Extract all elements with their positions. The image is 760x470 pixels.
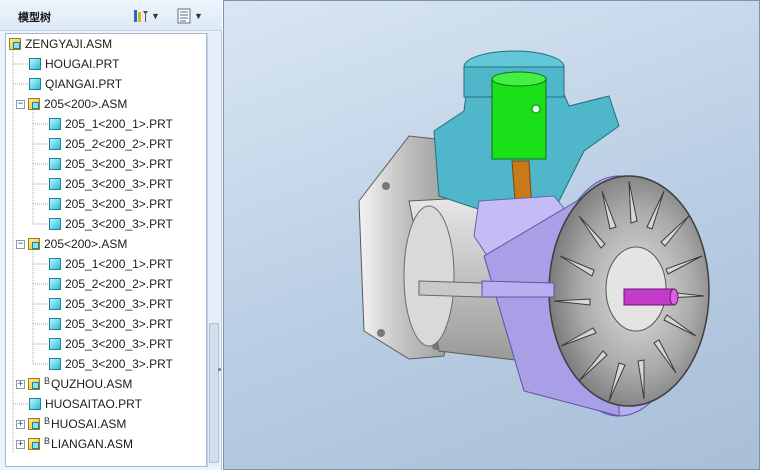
tree-item-label: 205_3<200_3>.PRT bbox=[65, 337, 173, 351]
tree-item-label: QUZHOU.ASM bbox=[51, 377, 133, 391]
tree-item-part[interactable]: 205_3<200_3>.PRT bbox=[49, 194, 173, 214]
chevron-down-icon: ▼ bbox=[151, 11, 160, 21]
expand-icon[interactable]: + bbox=[16, 439, 25, 449]
tree-item-assembly[interactable]: − 205<200>.ASM bbox=[16, 94, 127, 114]
tree-item-label: QIANGAI.PRT bbox=[45, 77, 123, 91]
expand-icon[interactable]: + bbox=[16, 379, 25, 389]
part-icon bbox=[49, 118, 61, 130]
bolt-hole bbox=[377, 329, 385, 337]
tree-settings-icon bbox=[134, 10, 148, 22]
shaft-end bbox=[623, 288, 675, 306]
tree-item-tag: B bbox=[44, 436, 51, 446]
part-icon bbox=[29, 78, 41, 90]
part-icon bbox=[29, 58, 41, 70]
tree-item-label: 205_3<200_3>.PRT bbox=[65, 177, 173, 191]
model-tree-header: 模型树 ▼ ▼ bbox=[0, 0, 222, 31]
tree-item-part[interactable]: HOUGAI.PRT bbox=[29, 54, 119, 74]
tree-item-part[interactable]: 205_3<200_3>.PRT bbox=[49, 314, 173, 334]
tree-item-label: 205_1<200_1>.PRT bbox=[65, 117, 173, 131]
tree-item-root[interactable]: ZENGYAJI.ASM bbox=[9, 34, 112, 54]
part-icon bbox=[49, 298, 61, 310]
tree-item-label: 205_1<200_1>.PRT bbox=[65, 257, 173, 271]
tree-item-label: LIANGAN.ASM bbox=[51, 437, 134, 451]
tree-item-label: HUOSAITAO.PRT bbox=[45, 397, 142, 411]
tree-item-assembly[interactable]: + B LIANGAN.ASM bbox=[16, 434, 133, 454]
collapse-icon[interactable]: − bbox=[16, 239, 25, 249]
scrollbar-thumb[interactable] bbox=[209, 323, 219, 463]
panel-splitter-handle[interactable] bbox=[218, 368, 221, 371]
tree-item-label: 205_3<200_3>.PRT bbox=[65, 157, 173, 171]
tree-item-assembly[interactable]: − 205<200>.ASM bbox=[16, 234, 127, 254]
tree-item-part[interactable]: 205_1<200_1>.PRT bbox=[49, 114, 173, 134]
tree-item-label: 205_2<200_2>.PRT bbox=[65, 137, 173, 151]
tree-settings-button[interactable]: ▼ bbox=[133, 6, 160, 26]
tree-item-part[interactable]: 205_3<200_3>.PRT bbox=[49, 174, 173, 194]
part-icon bbox=[49, 198, 61, 210]
tree-item-tag: B bbox=[44, 376, 51, 386]
tree-item-label: 205_3<200_3>.PRT bbox=[65, 317, 173, 331]
tree-item-label: ZENGYAJI.ASM bbox=[25, 37, 113, 51]
part-icon bbox=[29, 398, 41, 410]
tree-item-label: 205_3<200_3>.PRT bbox=[65, 217, 173, 231]
tree-item-label: HUOSAI.ASM bbox=[51, 417, 127, 431]
tree-item-part[interactable]: 205_3<200_3>.PRT bbox=[49, 354, 173, 374]
piston-pin bbox=[531, 104, 541, 114]
part-icon bbox=[49, 158, 61, 170]
tree-item-part[interactable]: QIANGAI.PRT bbox=[29, 74, 122, 94]
part-icon bbox=[49, 178, 61, 190]
tree-item-part[interactable]: 205_2<200_2>.PRT bbox=[49, 274, 173, 294]
part-icon bbox=[49, 338, 61, 350]
tree-item-assembly[interactable]: + B HUOSAI.ASM bbox=[16, 414, 126, 434]
housing-face bbox=[403, 205, 455, 347]
tree-item-assembly[interactable]: + B QUZHOU.ASM bbox=[16, 374, 132, 394]
expand-icon[interactable]: + bbox=[16, 419, 25, 429]
3d-viewport[interactable] bbox=[223, 0, 760, 470]
assembly-icon bbox=[28, 378, 40, 390]
main-shaft bbox=[418, 280, 483, 298]
tree-item-label: 205_2<200_2>.PRT bbox=[65, 277, 173, 291]
model-tree: ZENGYAJI.ASM HOUGAI.PRT QIANGAI.PRT − 20… bbox=[5, 33, 207, 467]
part-icon bbox=[49, 278, 61, 290]
assembly-icon bbox=[28, 238, 40, 250]
tree-columns-button[interactable]: ▼ bbox=[176, 6, 203, 26]
part-icon bbox=[49, 218, 61, 230]
chevron-down-icon: ▼ bbox=[194, 11, 203, 21]
assembly-icon bbox=[28, 98, 40, 110]
assembly-icon bbox=[28, 418, 40, 430]
tree-item-part[interactable]: 205_3<200_3>.PRT bbox=[49, 334, 173, 354]
part-icon bbox=[49, 258, 61, 270]
compressor-model-view bbox=[358, 50, 710, 417]
assembly-icon bbox=[28, 438, 40, 450]
tree-columns-icon bbox=[177, 8, 191, 24]
panel-title: 模型树 bbox=[18, 11, 51, 24]
tree-item-part[interactable]: 205_3<200_3>.PRT bbox=[49, 294, 173, 314]
tree-item-label: HOUGAI.PRT bbox=[45, 57, 120, 71]
part-icon bbox=[49, 358, 61, 370]
shaft-tip bbox=[669, 288, 679, 306]
tree-item-part[interactable]: HUOSAITAO.PRT bbox=[29, 394, 142, 414]
tree-item-label: 205_3<200_3>.PRT bbox=[65, 197, 173, 211]
tree-item-label: 205_3<200_3>.PRT bbox=[65, 357, 173, 371]
tree-item-label: 205_3<200_3>.PRT bbox=[65, 297, 173, 311]
part-icon bbox=[49, 138, 61, 150]
tree-item-part[interactable]: 205_3<200_3>.PRT bbox=[49, 154, 173, 174]
assembly-icon bbox=[9, 38, 21, 50]
tree-item-part[interactable]: 205_3<200_3>.PRT bbox=[49, 214, 173, 234]
collapse-icon[interactable]: − bbox=[16, 99, 25, 109]
model-tree-panel: 模型树 ▼ ▼ ZENGYAJI.ASM HOUGAI.PRT QIANGAI.… bbox=[0, 0, 222, 470]
tree-item-part[interactable]: 205_1<200_1>.PRT bbox=[49, 254, 173, 274]
piston bbox=[491, 78, 547, 160]
piston-crown bbox=[491, 71, 547, 87]
shaft-sleeve bbox=[481, 280, 555, 298]
tree-scrollbar[interactable] bbox=[207, 33, 220, 467]
tree-item-label: 205<200>.ASM bbox=[44, 237, 128, 251]
part-icon bbox=[49, 318, 61, 330]
tree-item-tag: B bbox=[44, 416, 51, 426]
tree-item-part[interactable]: 205_2<200_2>.PRT bbox=[49, 134, 173, 154]
bolt-hole bbox=[382, 182, 390, 190]
tree-item-label: 205<200>.ASM bbox=[44, 97, 128, 111]
